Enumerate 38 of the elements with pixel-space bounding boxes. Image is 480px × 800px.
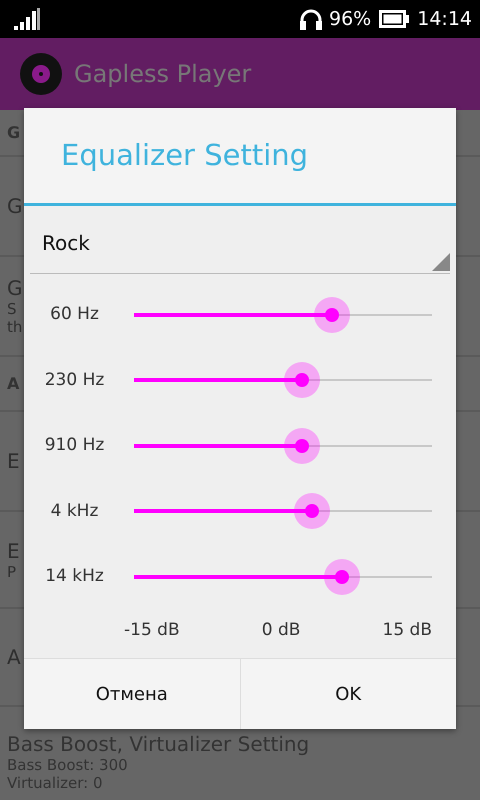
band-label: 60 Hz — [49, 303, 100, 326]
record-icon — [20, 53, 62, 95]
battery-icon — [379, 10, 410, 28]
app-title: Gapless Player — [74, 59, 252, 90]
preset-dropdown[interactable]: Rock — [30, 208, 450, 274]
setting-title: E — [7, 449, 20, 473]
ok-button[interactable]: OK — [240, 659, 456, 729]
battery-percent: 96% — [329, 6, 372, 32]
setting-title: G — [7, 276, 22, 300]
signal-icon — [14, 8, 40, 30]
slider-thumb[interactable] — [294, 493, 330, 530]
dropdown-corner-icon — [432, 253, 450, 271]
slider-thumb[interactable] — [314, 296, 350, 333]
slider-track[interactable] — [134, 493, 432, 530]
dialog-title: Equalizer Setting — [61, 138, 308, 173]
band-label: 14 kHz — [44, 565, 105, 588]
scale-label: 15 dB — [382, 618, 432, 642]
scale-label: -15 dB — [124, 618, 180, 642]
slider-track[interactable] — [134, 362, 432, 398]
setting-title: G — [7, 194, 22, 218]
band-label: 230 Hz — [44, 368, 106, 392]
slider-track[interactable] — [134, 558, 432, 595]
slider-thumb[interactable] — [284, 362, 320, 398]
scale-label: 0 dB — [262, 618, 300, 642]
setting-summary: S — [7, 300, 17, 318]
slider-thumb[interactable] — [284, 428, 320, 464]
cancel-button[interactable]: Отмена — [24, 659, 240, 729]
setting-title: A — [7, 645, 21, 669]
band-label: 910 Hz — [44, 434, 106, 457]
band-label: 4 kHz — [50, 500, 100, 522]
slider-thumb[interactable] — [324, 558, 360, 595]
slider-track[interactable] — [134, 296, 432, 333]
setting-summary: P — [7, 562, 16, 580]
setting-summary: th — [7, 318, 22, 336]
headphones-icon — [299, 8, 323, 30]
setting-title: E — [7, 538, 20, 562]
clock: 14:14 — [417, 6, 472, 32]
slider-track[interactable] — [134, 428, 432, 464]
